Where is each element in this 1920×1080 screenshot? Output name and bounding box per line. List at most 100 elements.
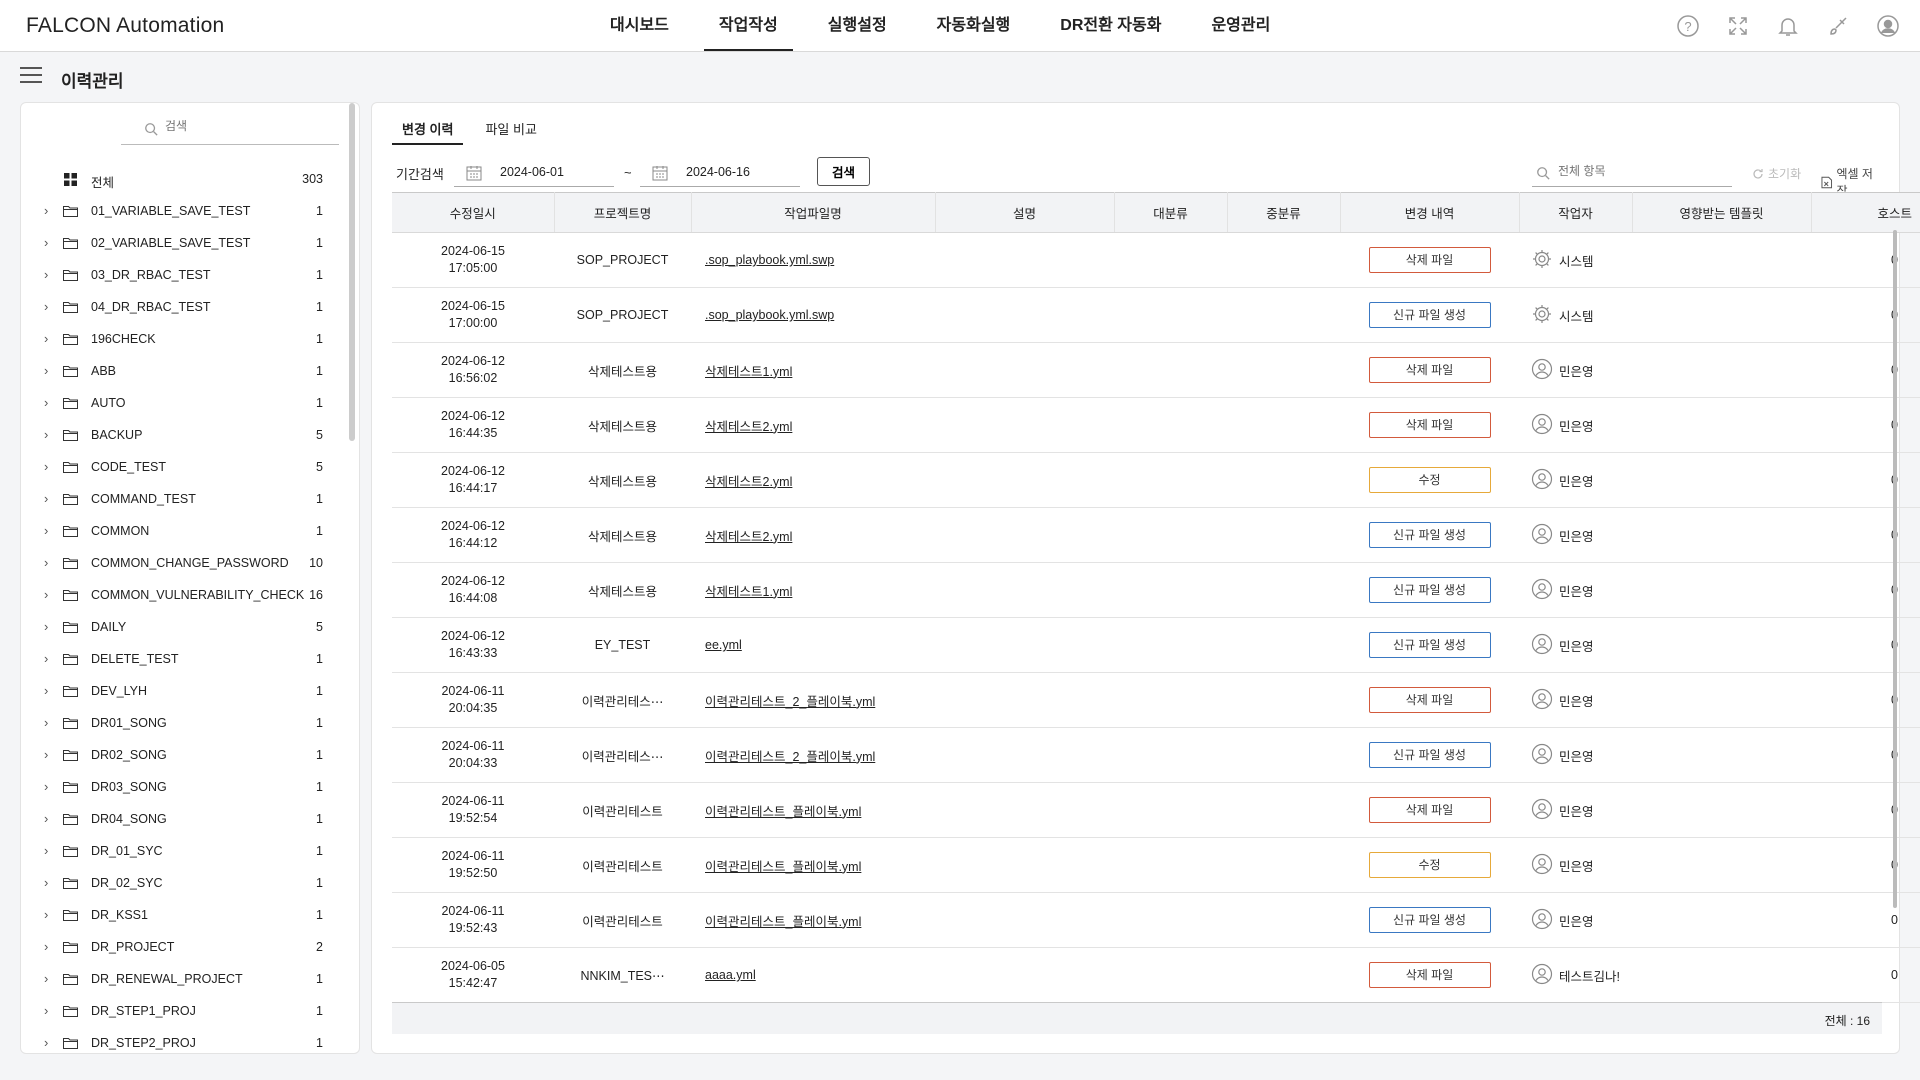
help-icon[interactable]: ? [1676, 14, 1700, 38]
table-row[interactable]: 2024-06-11 19:52:43 이력관리테스트 이력관리테스트_플레이북.ym… [392, 892, 1920, 948]
table-row[interactable]: 2024-06-11 20:04:33 이력관리테스⋯ 이력관리테스트_2_플레이북.… [392, 727, 1920, 783]
all-items-search-box[interactable] [1532, 159, 1732, 187]
chevron-right-icon[interactable]: › [44, 972, 54, 985]
file-name-link[interactable]: .sop_playbook.yml.swp [705, 253, 834, 267]
tree-item[interactable]: › 01_VARIABLE_SAVE_TEST 1 [21, 196, 351, 228]
date-to-field[interactable]: 2024-06-16 [640, 159, 800, 187]
chevron-right-icon[interactable]: › [44, 1004, 54, 1017]
tree-item[interactable]: › DR_RENEWAL_PROJECT 1 [21, 964, 351, 996]
table-row[interactable]: 2024-06-05 15:42:47 NNKIM_TES⋯ aaaa.yml 삭제 파… [392, 947, 1920, 1003]
tree-item[interactable]: › 03_DR_RBAC_TEST 1 [21, 260, 351, 292]
file-name-link[interactable]: 삭제테스트2.yml [705, 530, 792, 544]
chevron-right-icon[interactable]: › [44, 556, 54, 569]
all-items-search-input[interactable] [1558, 164, 1718, 178]
chevron-right-icon[interactable]: › [44, 524, 54, 537]
file-name-link[interactable]: 삭제테스트2.yml [705, 475, 792, 489]
chevron-right-icon[interactable]: › [44, 940, 54, 953]
brand-logo[interactable]: FALCON Automation [26, 14, 224, 38]
column-header[interactable]: 대분류 [1114, 192, 1228, 233]
tree-item[interactable]: › COMMON_CHANGE_PASSWORD 10 [21, 548, 351, 580]
tree-item[interactable]: › DELETE_TEST 1 [21, 644, 351, 676]
table-row[interactable]: 2024-06-12 16:44:08 삭제테스트용 삭제테스트1.yml 신규 파일 … [392, 562, 1920, 618]
table-row[interactable]: 2024-06-12 16:44:17 삭제테스트용 삭제테스트2.yml 수정 민은영 0 [392, 452, 1920, 508]
file-name-link[interactable]: ee.yml [705, 638, 742, 652]
hamburger-menu-icon[interactable] [20, 67, 42, 85]
column-header[interactable]: 중분류 [1227, 192, 1341, 233]
menu-item-4[interactable]: DR전환 자동화 [1035, 0, 1186, 52]
chevron-right-icon[interactable]: › [44, 332, 54, 345]
tree-item[interactable]: › DR03_SONG 1 [21, 772, 351, 804]
brush-icon[interactable] [1826, 14, 1850, 38]
chevron-right-icon[interactable]: › [44, 428, 54, 441]
menu-item-2[interactable]: 실행설정 [803, 0, 912, 52]
table-scrollbar[interactable] [1893, 230, 1897, 908]
table-row[interactable]: 2024-06-15 17:05:00 SOP_PROJECT .sop_playbo… [392, 232, 1920, 288]
file-name-link[interactable]: 삭제테스트1.yml [705, 365, 792, 379]
column-header[interactable]: 영향받는 템플릿 [1632, 192, 1812, 233]
column-header[interactable]: 작업자 [1519, 192, 1633, 233]
tree-search-box[interactable] [121, 115, 339, 145]
tree-item[interactable]: › CODE_TEST 5 [21, 452, 351, 484]
chevron-right-icon[interactable]: › [44, 908, 54, 921]
table-row[interactable]: 2024-06-11 19:52:50 이력관리테스트 이력관리테스트_플레이북.ym… [392, 837, 1920, 893]
file-name-link[interactable]: aaaa.yml [705, 968, 756, 982]
chevron-right-icon[interactable]: › [44, 268, 54, 281]
chevron-right-icon[interactable]: › [44, 364, 54, 377]
chevron-right-icon[interactable]: › [44, 588, 54, 601]
tree-item[interactable]: › DR04_SONG 1 [21, 804, 351, 836]
tree-item[interactable]: › 04_DR_RBAC_TEST 1 [21, 292, 351, 324]
tree-item[interactable]: › DR_PROJECT 2 [21, 932, 351, 964]
column-header[interactable]: 변경 내역 [1340, 192, 1520, 233]
column-header[interactable]: 설명 [935, 192, 1115, 233]
chevron-right-icon[interactable]: › [44, 492, 54, 505]
chevron-right-icon[interactable]: › [44, 780, 54, 793]
chevron-right-icon[interactable]: › [44, 620, 54, 633]
chevron-right-icon[interactable]: › [44, 812, 54, 825]
column-header[interactable]: 프로젝트명 [554, 192, 692, 233]
table-row[interactable]: 2024-06-12 16:44:12 삭제테스트용 삭제테스트2.yml 신규 파일 … [392, 507, 1920, 563]
tree-item[interactable]: › DR01_SONG 1 [21, 708, 351, 740]
table-row[interactable]: 2024-06-12 16:56:02 삭제테스트용 삭제테스트1.yml 삭제 파일 민… [392, 342, 1920, 398]
tree-item[interactable]: › BACKUP 5 [21, 420, 351, 452]
tree-search-input[interactable] [165, 119, 325, 133]
chevron-right-icon[interactable]: › [44, 844, 54, 857]
menu-item-5[interactable]: 운영관리 [1186, 0, 1295, 52]
chevron-right-icon[interactable]: › [44, 396, 54, 409]
chevron-right-icon[interactable]: › [44, 652, 54, 665]
tree-item[interactable]: › DEV_LYH 1 [21, 676, 351, 708]
chevron-right-icon[interactable]: › [44, 748, 54, 761]
tree-item[interactable]: › AUTO 1 [21, 388, 351, 420]
chevron-right-icon[interactable]: › [44, 716, 54, 729]
file-name-link[interactable]: 삭제테스트2.yml [705, 420, 792, 434]
menu-item-3[interactable]: 자동화실행 [912, 0, 1036, 52]
tree-item[interactable]: › DR02_SONG 1 [21, 740, 351, 772]
menu-item-1[interactable]: 작업작성 [694, 0, 803, 52]
tree-item[interactable]: › DAILY 5 [21, 612, 351, 644]
tree-item[interactable]: › COMMON_VULNERABILITY_CHECK 16 [21, 580, 351, 612]
column-header[interactable]: 호스트 [1811, 192, 1920, 233]
chevron-right-icon[interactable]: › [44, 876, 54, 889]
tree-item[interactable]: › DR_KSS1 1 [21, 900, 351, 932]
tree-item[interactable]: › COMMAND_TEST 1 [21, 484, 351, 516]
chevron-right-icon[interactable]: › [44, 300, 54, 313]
tab-0[interactable]: 변경 이력 [392, 117, 464, 145]
bell-icon[interactable] [1776, 14, 1800, 38]
file-name-link[interactable]: 이력관리테스트_플레이북.yml [705, 805, 861, 819]
file-name-link[interactable]: 이력관리테스트_2_플레이북.yml [705, 695, 875, 709]
search-button[interactable]: 검색 [817, 157, 870, 186]
tree-item[interactable]: › ABB 1 [21, 356, 351, 388]
file-name-link[interactable]: 이력관리테스트_플레이북.yml [705, 915, 861, 929]
chevron-right-icon[interactable]: › [44, 1036, 54, 1049]
tab-1[interactable]: 파일 비교 [475, 117, 546, 145]
table-row[interactable]: 2024-06-12 16:44:35 삭제테스트용 삭제테스트2.yml 삭제 파일 민… [392, 397, 1920, 453]
table-row[interactable]: 2024-06-11 19:52:54 이력관리테스트 이력관리테스트_플레이북.ym… [392, 782, 1920, 838]
tree-item[interactable]: › DR_STEP2_PROJ 1 [21, 1028, 351, 1053]
fullscreen-icon[interactable] [1726, 14, 1750, 38]
tree-item[interactable]: › DR_02_SYC 1 [21, 868, 351, 900]
tree-item[interactable]: › DR_STEP1_PROJ 1 [21, 996, 351, 1028]
chevron-right-icon[interactable]: › [44, 236, 54, 249]
chevron-right-icon[interactable]: › [44, 204, 54, 217]
column-header[interactable]: 수정일시 [392, 192, 555, 233]
table-row[interactable]: 2024-06-12 16:43:33 EY_TEST ee.yml 신규 파일 생성 민… [392, 617, 1920, 673]
tree-item[interactable]: › COMMON 1 [21, 516, 351, 548]
